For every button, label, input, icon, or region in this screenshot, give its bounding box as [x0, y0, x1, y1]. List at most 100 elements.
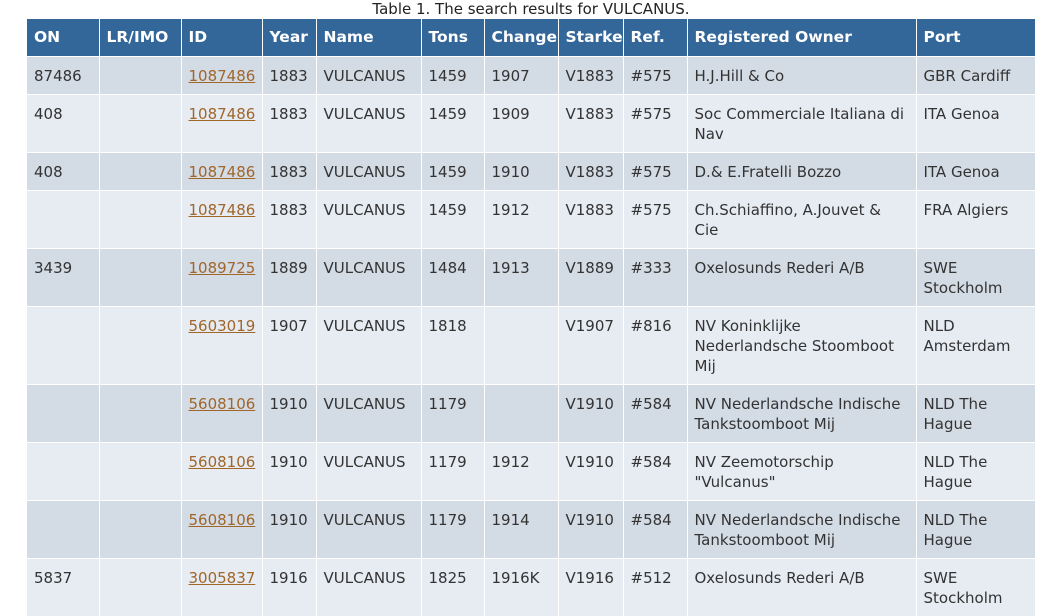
cell-owner: D.& E.Fratelli Bozzo: [687, 151, 917, 190]
column-header-year[interactable]: Year: [262, 19, 317, 56]
cell-owner: NV Nederlandsche Indische Tankstoomboot …: [687, 499, 917, 558]
table-row: 1087486 1883 VULCANUS 1459 1912 V1883 #5…: [27, 189, 1036, 248]
column-header-tons[interactable]: Tons: [421, 19, 485, 56]
cell-port: FRA Algiers: [916, 189, 1036, 248]
cell-change: 1909: [484, 93, 559, 152]
table-body: 87486 1087486 1883 VULCANUS 1459 1907 V1…: [27, 55, 1036, 616]
cell-name: VULCANUS: [316, 93, 422, 152]
cell-name: VULCANUS: [316, 499, 422, 558]
cell-lr-imo: [99, 55, 182, 94]
results-table: ON LR/IMO ID Year Name Tons Change Stark…: [27, 19, 1036, 616]
id-link[interactable]: 1087486: [189, 105, 256, 123]
cell-id: 5608106: [181, 441, 263, 500]
cell-change: 1910: [484, 151, 559, 190]
cell-lr-imo: [99, 305, 182, 384]
cell-port: NLD The Hague: [916, 383, 1036, 442]
table-row: 408 1087486 1883 VULCANUS 1459 1909 V188…: [27, 93, 1036, 152]
column-header-registered-owner[interactable]: Registered Owner: [687, 19, 917, 56]
cell-starke: V1883: [558, 93, 624, 152]
cell-name: VULCANUS: [316, 441, 422, 500]
column-header-on[interactable]: ON: [27, 19, 100, 56]
id-link[interactable]: 3005837: [189, 569, 256, 587]
cell-owner: NV Nederlandsche Indische Tankstoomboot …: [687, 383, 917, 442]
id-link[interactable]: 1087486: [189, 67, 256, 85]
cell-lr-imo: [99, 93, 182, 152]
cell-port: SWE Stockholm: [916, 247, 1036, 306]
cell-id: 5603019: [181, 305, 263, 384]
cell-lr-imo: [99, 189, 182, 248]
id-link[interactable]: 5608106: [189, 453, 256, 471]
id-link[interactable]: 1089725: [189, 259, 256, 277]
cell-port: ITA Genoa: [916, 151, 1036, 190]
cell-change: 1912: [484, 441, 559, 500]
column-header-starke[interactable]: Starke: [558, 19, 624, 56]
cell-port: NLD Amsterdam: [916, 305, 1036, 384]
cell-ref: #333: [623, 247, 688, 306]
cell-change: [484, 305, 559, 384]
id-link[interactable]: 5608106: [189, 511, 256, 529]
id-link[interactable]: 1087486: [189, 163, 256, 181]
id-link[interactable]: 5608106: [189, 395, 256, 413]
cell-tons: 1459: [421, 93, 485, 152]
column-header-name[interactable]: Name: [316, 19, 422, 56]
cell-tons: 1459: [421, 151, 485, 190]
cell-port: ITA Genoa: [916, 93, 1036, 152]
cell-year: 1883: [262, 93, 317, 152]
table-row: 5603019 1907 VULCANUS 1818 V1907 #816 NV…: [27, 305, 1036, 384]
cell-year: 1883: [262, 55, 317, 94]
cell-lr-imo: [99, 247, 182, 306]
table-row: 5608106 1910 VULCANUS 1179 1914 V1910 #5…: [27, 499, 1036, 558]
cell-name: VULCANUS: [316, 305, 422, 384]
cell-ref: #575: [623, 55, 688, 94]
cell-year: 1907: [262, 305, 317, 384]
cell-on: [27, 189, 100, 248]
cell-id: 1087486: [181, 189, 263, 248]
cell-year: 1883: [262, 151, 317, 190]
cell-port: GBR Cardiff: [916, 55, 1036, 94]
cell-lr-imo: [99, 441, 182, 500]
cell-id: 1087486: [181, 93, 263, 152]
column-header-change[interactable]: Change: [484, 19, 559, 56]
cell-year: 1910: [262, 499, 317, 558]
column-header-ref[interactable]: Ref.: [623, 19, 688, 56]
cell-owner: Oxelosunds Rederi A/B: [687, 247, 917, 306]
cell-ref: #584: [623, 383, 688, 442]
cell-name: VULCANUS: [316, 151, 422, 190]
cell-tons: 1459: [421, 55, 485, 94]
cell-change: 1907: [484, 55, 559, 94]
cell-lr-imo: [99, 499, 182, 558]
cell-starke: V1910: [558, 383, 624, 442]
cell-ref: #575: [623, 189, 688, 248]
cell-change: 1912: [484, 189, 559, 248]
cell-on: 408: [27, 93, 100, 152]
cell-ref: #575: [623, 93, 688, 152]
cell-on: [27, 441, 100, 500]
id-link[interactable]: 5603019: [189, 317, 256, 335]
column-header-id[interactable]: ID: [181, 19, 263, 56]
cell-change: 1913: [484, 247, 559, 306]
cell-name: VULCANUS: [316, 383, 422, 442]
cell-on: 408: [27, 151, 100, 190]
cell-id: 1087486: [181, 55, 263, 94]
header-row: ON LR/IMO ID Year Name Tons Change Stark…: [27, 19, 1036, 56]
cell-ref: #575: [623, 151, 688, 190]
cell-lr-imo: [99, 383, 182, 442]
column-header-port[interactable]: Port: [916, 19, 1036, 56]
id-link[interactable]: 1087486: [189, 201, 256, 219]
cell-starke: V1883: [558, 55, 624, 94]
table-row: 87486 1087486 1883 VULCANUS 1459 1907 V1…: [27, 55, 1036, 94]
column-header-lr-imo[interactable]: LR/IMO: [99, 19, 182, 56]
table-caption: Table 1. The search results for VULCANUS…: [372, 0, 690, 18]
cell-owner: Ch.Schiaffino, A.Jouvet & Cie: [687, 189, 917, 248]
cell-on: 3439: [27, 247, 100, 306]
cell-year: 1883: [262, 189, 317, 248]
cell-on: [27, 499, 100, 558]
cell-on: 87486: [27, 55, 100, 94]
cell-starke: V1907: [558, 305, 624, 384]
cell-name: VULCANUS: [316, 189, 422, 248]
cell-owner: NV Koninklijke Nederlandsche Stoomboot M…: [687, 305, 917, 384]
table-row: 408 1087486 1883 VULCANUS 1459 1910 V188…: [27, 151, 1036, 190]
table-row: 5608106 1910 VULCANUS 1179 V1910 #584 NV…: [27, 383, 1036, 442]
cell-tons: 1179: [421, 441, 485, 500]
cell-change: [484, 383, 559, 442]
